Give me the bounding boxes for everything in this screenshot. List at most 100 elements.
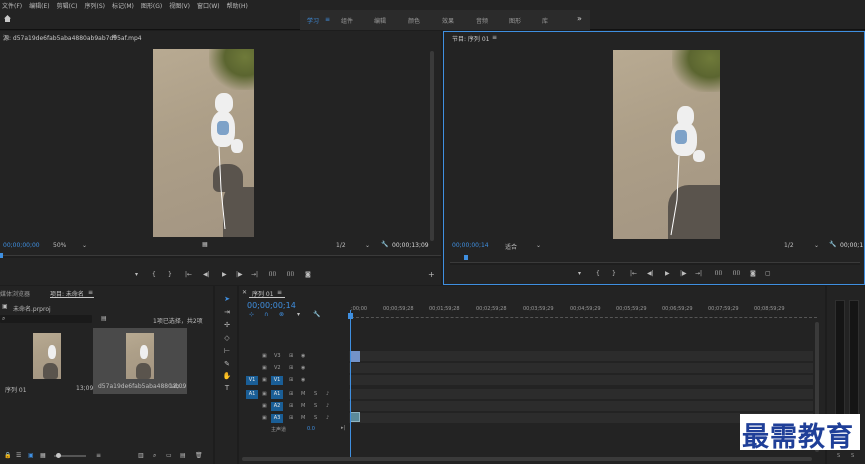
- source-playhead-bar[interactable]: [0, 255, 441, 258]
- mic-icon[interactable]: ♪: [326, 403, 329, 409]
- track-lane-v2[interactable]: [349, 363, 813, 373]
- workspace-editing[interactable]: 编辑: [374, 16, 386, 25]
- automate-to-sequence-icon[interactable]: ▥: [138, 452, 144, 459]
- solo-button[interactable]: S: [314, 391, 317, 397]
- source-resolution-select[interactable]: 1/2: [336, 242, 346, 249]
- track-lock-icon[interactable]: ▣: [262, 353, 267, 359]
- source-settings-wrench-icon[interactable]: 🔧: [381, 241, 388, 248]
- source-zoom-chevron-icon[interactable]: ⌄: [82, 242, 87, 249]
- workspace-graphics[interactable]: 图形: [509, 16, 521, 25]
- program-extract-icon[interactable]: ⌷⌷: [733, 270, 740, 278]
- workspace-more-icon[interactable]: »: [577, 14, 582, 23]
- slip-tool-icon[interactable]: ⊢: [222, 346, 232, 356]
- source-add-button-icon[interactable]: +: [428, 270, 435, 279]
- timeline-playhead-line[interactable]: [350, 310, 351, 458]
- menu-view[interactable]: 视图(V): [169, 1, 190, 10]
- program-video-frame[interactable]: [613, 50, 720, 239]
- program-playhead-bar[interactable]: [450, 262, 860, 265]
- timeline-menu-icon[interactable]: ≡: [277, 289, 282, 296]
- track-lane-v1[interactable]: [349, 375, 813, 385]
- nest-icon[interactable]: ⊹: [249, 311, 254, 318]
- track-name-a2[interactable]: A2: [271, 402, 283, 411]
- sort-icon[interactable]: ≡: [96, 452, 101, 459]
- source-playhead-marker[interactable]: [0, 253, 3, 258]
- timeline-horizontal-scrollbar[interactable]: [242, 457, 812, 461]
- source-step-back-icon[interactable]: ◀|: [203, 271, 210, 278]
- new-item-icon[interactable]: ▤: [180, 452, 186, 459]
- hand-tool-icon[interactable]: ✋: [222, 371, 232, 381]
- workspace-learn[interactable]: 学习: [307, 16, 319, 25]
- program-go-in-icon[interactable]: |←: [630, 270, 637, 277]
- track-sync-icon[interactable]: ⊞: [289, 403, 293, 409]
- track-select-tool-icon[interactable]: ⇥: [222, 307, 232, 317]
- solo-button[interactable]: S: [314, 415, 317, 421]
- source-patch-a1[interactable]: A1: [246, 390, 258, 399]
- program-fit-chevron-icon[interactable]: ⌄: [536, 242, 541, 249]
- pen-tool-icon[interactable]: ✎: [222, 359, 232, 369]
- razor-tool-icon[interactable]: ◇: [222, 333, 232, 343]
- program-lift-icon[interactable]: ⌷⌷: [715, 270, 722, 278]
- track-lane-a2[interactable]: [349, 401, 813, 411]
- source-zoom-select[interactable]: 50%: [53, 242, 66, 249]
- track-lock-icon[interactable]: ▣: [262, 391, 267, 397]
- timeline-settings-icon[interactable]: 🔧: [313, 311, 320, 318]
- program-play-icon[interactable]: ▶: [665, 270, 670, 277]
- source-insert-icon[interactable]: ⌷⌷: [269, 271, 276, 279]
- mute-button[interactable]: M: [301, 415, 305, 421]
- menu-sequence[interactable]: 序列(S): [85, 1, 106, 10]
- workspace-menu-icon[interactable]: ≡: [325, 16, 330, 23]
- program-comparison-icon[interactable]: ▢: [765, 270, 771, 277]
- program-step-forward-icon[interactable]: |▶: [680, 270, 687, 277]
- track-eye-icon[interactable]: ◉: [301, 353, 305, 359]
- workspace-color[interactable]: 颜色: [408, 16, 420, 25]
- audio-clip[interactable]: [350, 412, 360, 422]
- mic-icon[interactable]: ♪: [326, 391, 329, 397]
- track-name-a1[interactable]: A1: [271, 390, 283, 399]
- track-lock-icon[interactable]: ▣: [262, 403, 267, 409]
- track-lock-icon[interactable]: ▣: [262, 365, 267, 371]
- program-fit-select[interactable]: 适合: [505, 242, 517, 251]
- program-settings-wrench-icon[interactable]: 🔧: [829, 241, 836, 248]
- mute-button[interactable]: M: [301, 403, 305, 409]
- icon-view-icon[interactable]: ▣: [28, 452, 34, 459]
- menu-graphics[interactable]: 图形(G): [141, 1, 162, 10]
- workspace-audio[interactable]: 音频: [476, 16, 488, 25]
- program-resolution-select[interactable]: 1/2: [784, 242, 794, 249]
- list-view-icon[interactable]: ☰: [16, 452, 21, 459]
- project-menu-icon[interactable]: ≡: [88, 289, 93, 296]
- source-step-forward-icon[interactable]: |▶: [236, 271, 243, 278]
- track-lock-icon[interactable]: ▣: [262, 377, 267, 383]
- selection-tool-icon[interactable]: ➤: [222, 294, 232, 304]
- source-title[interactable]: 源: d57a19de6fab5aba4880ab9ab7d95af.mp4: [3, 33, 142, 42]
- timeline-timecode[interactable]: 00;00;00;14: [247, 301, 296, 310]
- track-sync-icon[interactable]: ⊞: [289, 391, 293, 397]
- linked-selection-icon[interactable]: ⊗: [279, 311, 284, 318]
- track-name-a3[interactable]: A3: [271, 414, 283, 423]
- menu-window[interactable]: 窗口(W): [197, 1, 220, 10]
- new-bin-icon[interactable]: ▤: [101, 315, 107, 322]
- home-icon[interactable]: [3, 14, 12, 23]
- track-eye-icon[interactable]: ◉: [301, 365, 305, 371]
- project-search-input[interactable]: [0, 315, 92, 323]
- workspace-assembly[interactable]: 组件: [341, 16, 353, 25]
- menu-help[interactable]: 帮助(H): [227, 1, 248, 10]
- menu-clip[interactable]: 剪辑(C): [57, 1, 78, 10]
- track-sync-icon[interactable]: ⊞: [289, 353, 293, 359]
- thumb-size-slider-knob[interactable]: [56, 453, 61, 458]
- source-add-marker-icon[interactable]: ▾: [135, 271, 138, 278]
- mute-button[interactable]: M: [301, 391, 305, 397]
- program-go-out-icon[interactable]: →|: [695, 270, 702, 277]
- tab-media-browser[interactable]: 媒体浏览器: [0, 289, 30, 298]
- trash-icon[interactable]: 🗑: [195, 452, 203, 459]
- workspace-libraries[interactable]: 库: [542, 16, 548, 25]
- program-add-marker-icon[interactable]: ▾: [578, 270, 581, 277]
- source-video-frame[interactable]: [153, 49, 254, 237]
- program-title[interactable]: 节目: 序列 01: [452, 34, 489, 43]
- source-menu-icon[interactable]: ≡: [112, 33, 117, 40]
- track-lane-a1[interactable]: [349, 389, 813, 399]
- source-clip-icon[interactable]: ▦: [202, 241, 208, 248]
- source-scrollbar[interactable]: [430, 51, 434, 241]
- program-mark-out-icon[interactable]: }: [612, 270, 616, 277]
- program-timecode[interactable]: 00;00;00;14: [452, 242, 489, 249]
- timeline-playhead-head[interactable]: [348, 313, 353, 319]
